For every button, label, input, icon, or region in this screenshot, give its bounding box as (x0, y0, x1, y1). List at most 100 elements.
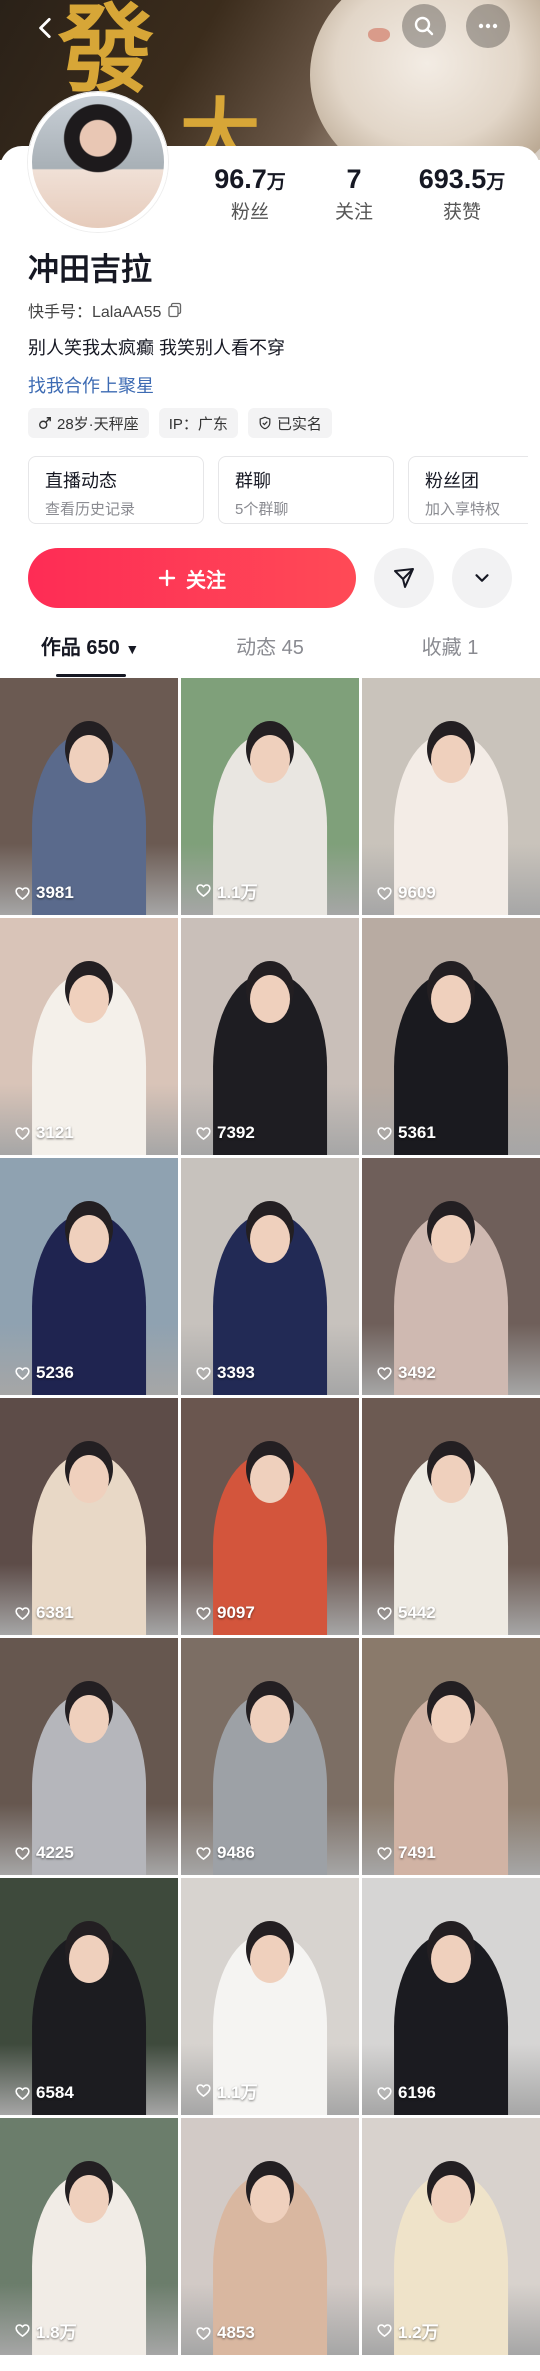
video-like-count: 3492 (376, 1363, 436, 1383)
video-person-head (69, 1694, 109, 1743)
video-person-head (431, 1934, 471, 1983)
caret-down-icon: ▼ (125, 641, 140, 657)
gender-male-icon (39, 417, 51, 429)
back-icon (39, 17, 51, 39)
profile-bio: 别人笑我太疯癫 我笑别人看不穿 (28, 338, 285, 358)
video-thumbnail[interactable]: 6196 (362, 1878, 540, 2115)
video-thumbnail[interactable]: 7491 (362, 1638, 540, 1875)
video-thumbnail[interactable]: 3981 (0, 678, 178, 915)
like-count-text: 1.1万 (217, 883, 258, 902)
heart-icon (377, 2324, 392, 2337)
video-thumbnail[interactable]: 9609 (362, 678, 540, 915)
video-person-head (69, 974, 109, 1023)
feature-cards: 直播动态 查看历史记录 群聊 5个群聊 粉丝团 加入享特权 (28, 456, 528, 524)
video-thumbnail[interactable]: 9486 (181, 1638, 359, 1875)
card-live-history[interactable]: 直播动态 查看历史记录 (28, 456, 204, 524)
search-button[interactable] (402, 4, 446, 48)
like-count-text: 9486 (217, 1843, 255, 1862)
shield-check-icon (259, 416, 271, 430)
heart-icon (377, 1126, 392, 1140)
stat-likes[interactable]: 693.5万 获赞 (398, 164, 526, 224)
copy-icon[interactable] (167, 302, 183, 318)
video-like-count: 4853 (195, 2323, 255, 2343)
avatar[interactable] (28, 92, 168, 232)
tag-label: 28岁·天秤座 (57, 415, 139, 433)
kuaishou-id-row[interactable]: 快手号：LalaAA55 (28, 298, 183, 322)
share-button[interactable] (374, 548, 434, 608)
like-count-text: 9097 (217, 1603, 255, 1622)
video-thumbnail[interactable]: 9097 (181, 1398, 359, 1635)
stat-followers[interactable]: 96.7万 粉丝 (190, 164, 310, 224)
like-count-text: 6584 (36, 2083, 74, 2102)
like-count-text: 3981 (36, 883, 74, 902)
video-like-count: 4225 (14, 1843, 74, 1863)
tab-works[interactable]: 作品 650 ▼ (0, 620, 180, 676)
profile-tags: 28岁·天秤座 IP：广东 已实名 (28, 408, 332, 438)
video-like-count: 3393 (195, 1363, 255, 1383)
heart-icon (196, 1606, 211, 1620)
tab-label: 作品 650 (40, 637, 120, 659)
video-person-head (431, 2174, 471, 2223)
video-like-count: 3121 (14, 1123, 74, 1143)
video-thumbnail[interactable]: 3393 (181, 1158, 359, 1395)
video-like-count: 5236 (14, 1363, 74, 1383)
video-thumbnail[interactable]: 1.1万 (181, 1878, 359, 2115)
expand-button[interactable] (452, 548, 512, 608)
stat-unit: 万 (266, 172, 286, 193)
heart-icon (377, 1846, 392, 1860)
video-thumbnail[interactable]: 6381 (0, 1398, 178, 1635)
tab-favorites[interactable]: 收藏 1 (360, 620, 540, 676)
video-thumbnail[interactable]: 4853 (181, 2118, 359, 2355)
card-title: 直播动态 (45, 471, 117, 491)
card-group-chat[interactable]: 群聊 5个群聊 (218, 456, 394, 524)
tab-moments[interactable]: 动态 45 (180, 620, 360, 676)
video-person-head (250, 1694, 290, 1743)
like-count-text: 3121 (36, 1123, 74, 1142)
heart-icon (196, 884, 211, 897)
tab-label: 收藏 1 (421, 637, 479, 659)
video-thumbnail[interactable]: 3121 (0, 918, 178, 1155)
video-thumbnail[interactable]: 5236 (0, 1158, 178, 1395)
cover-cat-nose (368, 28, 390, 42)
video-person-head (431, 1214, 471, 1263)
video-like-count: 5361 (376, 1123, 436, 1143)
profile-name: 冲田吉拉 (28, 252, 152, 287)
video-thumbnail[interactable]: 5442 (362, 1398, 540, 1635)
stat-label: 关注 (334, 202, 373, 223)
more-options-button[interactable] (466, 4, 510, 48)
card-fan-club[interactable]: 粉丝团 加入享特权 (408, 456, 528, 524)
video-person-head (250, 2174, 290, 2223)
video-person-head (69, 734, 109, 783)
cooperation-link[interactable]: 找我合作上聚星 (28, 372, 154, 398)
video-thumbnail[interactable]: 6584 (0, 1878, 178, 2115)
video-like-count: 9097 (195, 1603, 255, 1623)
like-count-text: 9609 (398, 883, 436, 902)
stat-label: 粉丝 (230, 202, 269, 223)
follow-button[interactable]: 关注 (28, 548, 356, 608)
like-count-text: 7392 (217, 1123, 255, 1142)
back-button[interactable] (24, 6, 68, 50)
video-thumbnail[interactable]: 5361 (362, 918, 540, 1155)
video-thumbnail[interactable]: 1.2万 (362, 2118, 540, 2355)
more-icon (478, 23, 498, 29)
stat-following[interactable]: 7 关注 (310, 164, 398, 224)
stat-unit: 万 (486, 172, 506, 193)
video-thumbnail[interactable]: 1.8万 (0, 2118, 178, 2355)
video-thumbnail[interactable]: 7392 (181, 918, 359, 1155)
like-count-text: 1.2万 (398, 2323, 439, 2342)
video-thumbnail[interactable]: 4225 (0, 1638, 178, 1875)
stat-label: 获赞 (442, 202, 481, 223)
stat-value: 7 (346, 164, 362, 194)
stat-value: 96.7 (214, 164, 267, 194)
video-thumbnail[interactable]: 1.1万 (181, 678, 359, 915)
video-thumbnail[interactable]: 3492 (362, 1158, 540, 1395)
like-count-text: 5236 (36, 1363, 74, 1382)
search-icon (414, 16, 434, 36)
video-like-count: 9609 (376, 883, 436, 903)
card-subtitle: 查看历史记录 (45, 501, 136, 518)
active-tab-indicator (56, 674, 126, 677)
heart-icon (196, 1126, 211, 1140)
heart-icon (15, 886, 30, 900)
video-like-count: 9486 (195, 1843, 255, 1863)
video-like-count: 1.1万 (195, 2078, 258, 2103)
